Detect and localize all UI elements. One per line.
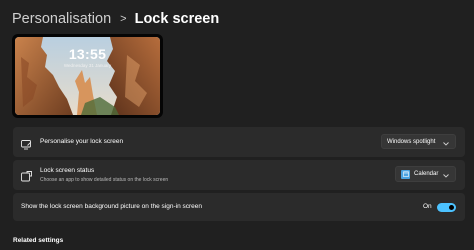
toggle-knob <box>449 205 454 210</box>
toggle-state-label: On <box>423 203 432 210</box>
status-subtitle: Choose an app to show detailed status on… <box>40 177 169 183</box>
lock-screen-status-card[interactable]: Lock screen status Choose an app to show… <box>13 160 465 190</box>
status-title: Lock screen status <box>40 167 95 174</box>
signin-background-toggle[interactable] <box>437 203 456 212</box>
chevron-down-icon <box>443 165 449 183</box>
lock-time: 13:55 <box>68 46 107 62</box>
background-type-value: Windows spotlight <box>387 138 436 145</box>
breadcrumb-separator: > <box>120 13 127 25</box>
monitor-edit-icon <box>21 137 32 155</box>
signin-background-title: Show the lock screen background picture … <box>21 203 203 210</box>
breadcrumb: Personalisation > Lock screen <box>12 8 219 30</box>
background-type-dropdown[interactable]: Windows spotlight <box>381 134 456 149</box>
status-widget-icon <box>21 169 32 187</box>
lock-date: Wednesday 31 January <box>63 63 112 68</box>
status-app-dropdown[interactable]: Calendar <box>395 166 456 182</box>
personalise-lock-screen-card[interactable]: Personalise your lock screen Windows spo… <box>13 127 465 157</box>
breadcrumb-personalisation-link[interactable]: Personalisation <box>12 11 111 27</box>
chevron-down-icon <box>443 133 449 151</box>
page-title: Lock screen <box>134 11 220 27</box>
lock-screen-preview: 13:55 Wednesday 31 January <box>12 34 163 118</box>
calendar-app-icon <box>401 169 410 179</box>
preview-wallpaper: 13:55 Wednesday 31 January <box>15 37 160 115</box>
signin-background-card: Show the lock screen background picture … <box>13 193 465 221</box>
related-settings-heading: Related settings <box>13 237 64 244</box>
status-app-value: Calendar <box>414 171 439 177</box>
personalise-title: Personalise your lock screen <box>40 138 124 145</box>
